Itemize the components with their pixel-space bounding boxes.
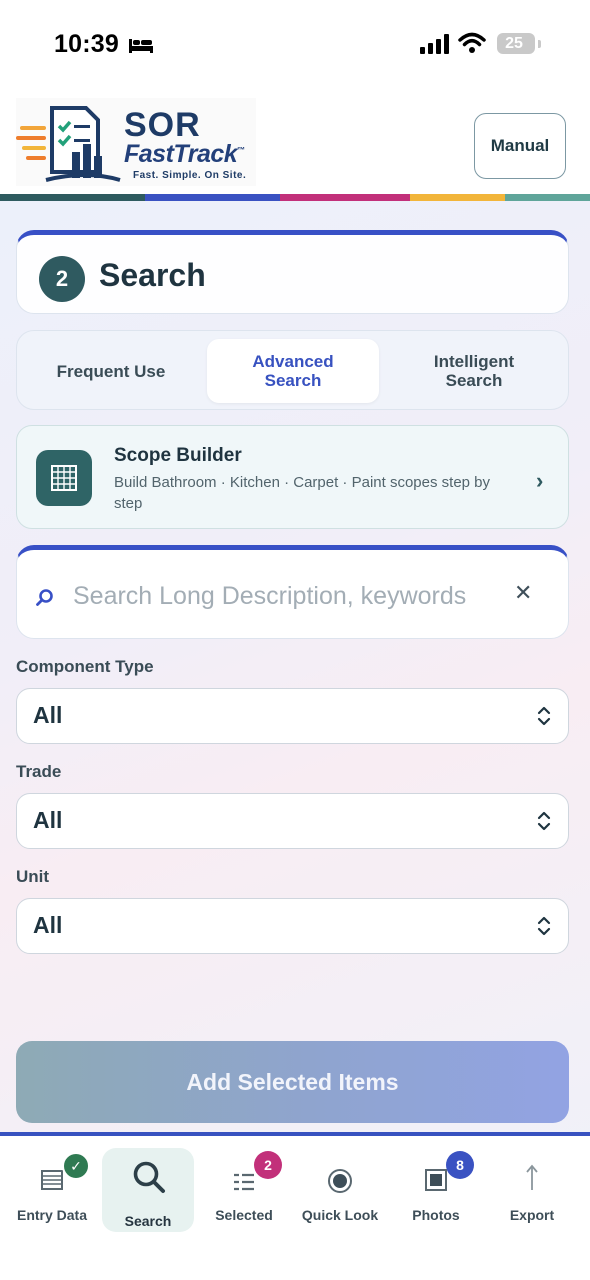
search-icon <box>133 1161 165 1193</box>
list-icon <box>41 1170 63 1190</box>
search-icon <box>36 589 53 606</box>
stripe-segment <box>280 194 410 201</box>
battery-icon: 25 <box>497 33 535 54</box>
component-type-value: All <box>33 702 63 728</box>
grid-icon <box>36 450 92 506</box>
step-header-card: 2 Search <box>16 230 569 314</box>
nav-photos[interactable]: 8 Photos <box>388 1148 484 1232</box>
status-bar: 10:39 25 <box>0 0 590 88</box>
tab-frequent-use[interactable]: Frequent Use <box>29 339 193 403</box>
stripe-segment <box>0 194 145 201</box>
nav-selected[interactable]: 2 Selected <box>196 1148 292 1232</box>
trade-select[interactable]: All <box>16 793 569 849</box>
unit-select[interactable]: All <box>16 898 569 954</box>
selected-count-badge: 2 <box>254 1151 282 1179</box>
trade-label: Trade <box>16 762 62 781</box>
select-arrows-icon <box>537 916 551 936</box>
nav-entry-data[interactable]: ✓ Entry Data <box>4 1148 100 1232</box>
checklist-icon <box>234 1173 254 1191</box>
bed-icon <box>129 39 153 53</box>
chevron-right-icon: › <box>536 468 544 493</box>
wifi-icon <box>458 32 486 53</box>
nav-label: Search <box>124 1213 172 1229</box>
nav-label: Quick Look <box>301 1207 379 1223</box>
logo-subtitle: FastTrack™ <box>124 140 245 169</box>
unit-value: All <box>33 912 63 938</box>
stripe-segment <box>505 194 590 201</box>
tab-intelligent-search[interactable]: Intelligent Search <box>391 339 557 403</box>
bottom-nav: ✓ Entry Data Search 2 Selected Quick Loo… <box>0 1132 590 1280</box>
scope-builder-subtitle: Build Bathroom · Kitchen · Carpet · Pain… <box>114 474 491 512</box>
nav-label: Entry Data <box>16 1207 88 1223</box>
battery-level: 25 <box>505 35 523 52</box>
select-arrows-icon <box>537 706 551 726</box>
eye-icon <box>328 1169 352 1193</box>
nav-label: Photos <box>412 1207 460 1223</box>
stripe-segment <box>410 194 505 201</box>
search-input[interactable] <box>73 574 493 618</box>
logo-trademark: ™ <box>237 145 245 155</box>
unit-label: Unit <box>16 867 50 886</box>
export-icon <box>526 1164 538 1190</box>
search-box: ✕ <box>16 545 569 639</box>
tab-advanced-search[interactable]: Advanced Search <box>207 339 379 403</box>
brand-stripe <box>0 194 590 201</box>
logo-graphic <box>16 106 121 182</box>
search-mode-tabs: Frequent Use Advanced Search Intelligent… <box>16 330 569 410</box>
trade-value: All <box>33 807 63 833</box>
component-type-select[interactable]: All <box>16 688 569 744</box>
nav-quick-look[interactable]: Quick Look <box>292 1148 388 1232</box>
photos-count-badge: 8 <box>446 1151 474 1179</box>
nav-label: Export <box>509 1207 555 1223</box>
stripe-segment <box>145 194 280 201</box>
battery-cap <box>538 40 541 48</box>
scope-builder-card[interactable]: Scope Builder Build Bathroom · Kitchen ·… <box>16 425 569 529</box>
entry-data-badge: ✓ <box>62 1152 90 1180</box>
app-header: SOR FastTrack™ Fast. Simple. On Site. Ma… <box>0 88 590 194</box>
status-time: 10:39 <box>54 30 119 58</box>
sor-fasttrack-logo: SOR FastTrack™ Fast. Simple. On Site. <box>16 98 256 186</box>
logo-tagline: Fast. Simple. On Site. <box>133 170 247 181</box>
manual-button[interactable]: Manual <box>474 113 566 179</box>
nav-search[interactable]: Search <box>102 1148 194 1232</box>
page-title: Search <box>99 257 206 293</box>
component-type-label: Component Type <box>16 657 154 676</box>
logo-subtitle-text: FastTrack <box>124 140 238 168</box>
nav-export[interactable]: Export <box>484 1148 580 1232</box>
add-selected-items-button[interactable]: Add Selected Items <box>16 1041 569 1123</box>
select-arrows-icon <box>537 811 551 831</box>
step-number: 2 <box>39 256 85 302</box>
photo-icon <box>425 1169 447 1191</box>
nav-label: Selected <box>215 1207 273 1223</box>
scope-builder-title: Scope Builder <box>114 445 242 466</box>
signal-icon <box>420 34 449 54</box>
clear-icon[interactable]: ✕ <box>514 580 532 606</box>
